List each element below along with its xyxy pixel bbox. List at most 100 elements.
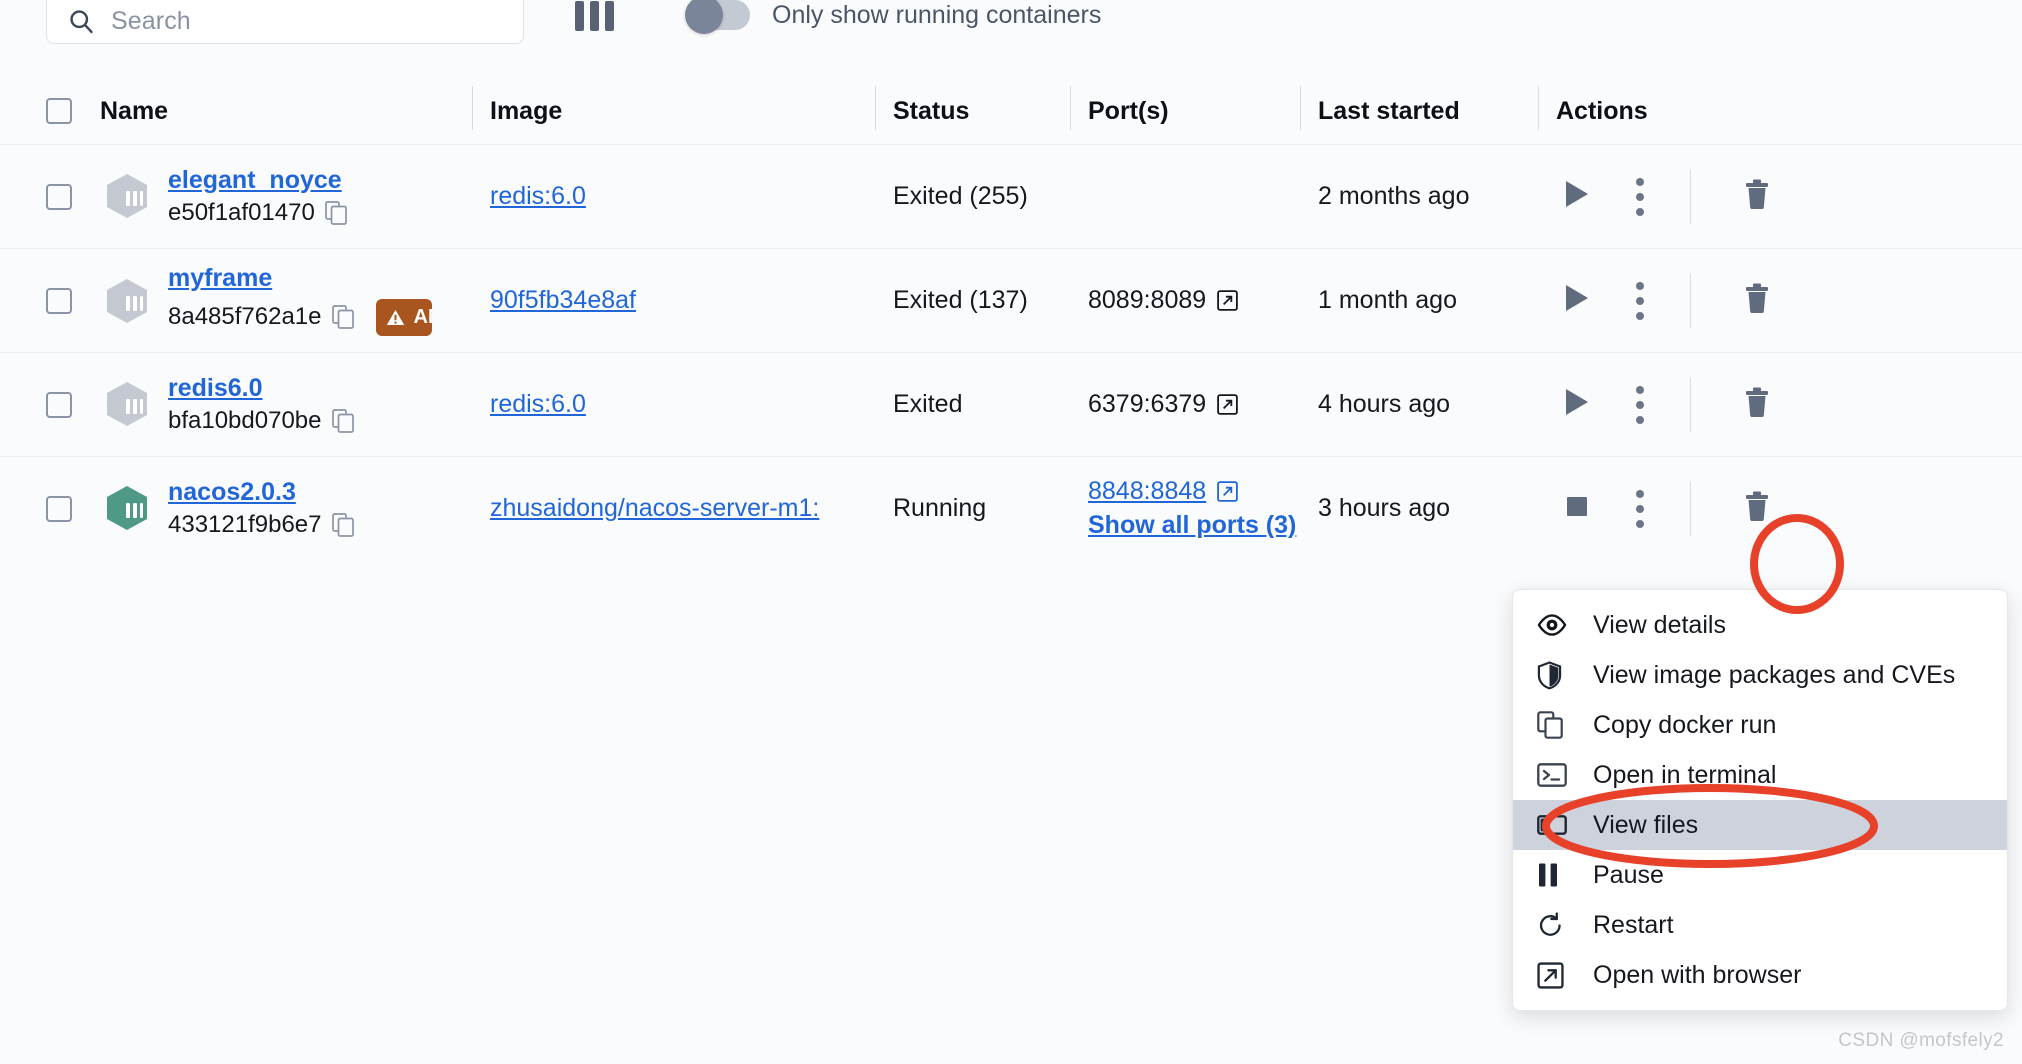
menu-item-label: View files: [1593, 810, 1699, 839]
port-mapping: 6379:6379: [1088, 390, 1207, 418]
container-name-link[interactable]: elegant_noyce: [168, 166, 347, 195]
row-menu-button[interactable]: [1636, 281, 1644, 320]
image-link[interactable]: redis:6.0: [490, 390, 586, 419]
container-whale-icon: [100, 274, 154, 328]
row-checkbox[interactable]: [46, 391, 72, 418]
show-all-ports-link[interactable]: Show all ports (3): [1088, 511, 1296, 540]
header-image-cell: Image: [471, 85, 893, 130]
name-block: redis6.0 bfa10bd070be: [168, 374, 354, 435]
ports-block: 6379:6379: [1088, 390, 1239, 419]
copy-icon[interactable]: [331, 513, 354, 538]
table-row[interactable]: elegant_noyce e50f1af01470 redis:6.0 Exi…: [0, 144, 2022, 248]
table-row[interactable]: nacos2.0.3 433121f9b6e7 zhusaidong/nacos…: [0, 456, 2022, 560]
status-text: Exited: [893, 390, 963, 418]
row-checkbox[interactable]: [46, 495, 72, 522]
running-filter-group: Only show running containers: [685, 0, 1101, 34]
menu-item-view-image-packages-and-cves[interactable]: View image packages and CVEs: [1513, 650, 2007, 700]
port-row: 8848:8848: [1088, 477, 1296, 506]
container-id: 8a485f762a1e: [168, 303, 322, 331]
row-last-started-cell: 4 hours ago: [1318, 390, 1556, 419]
header-image: Image: [471, 85, 563, 130]
ports-block: 8089:8089: [1088, 286, 1239, 315]
containers-table: Name Image Status Port(s) Last started A…: [0, 78, 2022, 560]
menu-item-pause[interactable]: Pause: [1513, 850, 2007, 900]
image-link[interactable]: redis:6.0: [490, 182, 586, 211]
container-id: bfa10bd070be: [168, 407, 322, 435]
container-whale-icon: [100, 481, 154, 535]
port-mapping: 8089:8089: [1088, 286, 1207, 314]
delete-button[interactable]: [1743, 178, 1771, 215]
columns-icon[interactable]: [575, 1, 614, 31]
external-link-icon[interactable]: [1216, 480, 1239, 503]
external-link-icon[interactable]: [1216, 393, 1239, 416]
copy-icon[interactable]: [331, 409, 354, 434]
menu-item-label: Pause: [1593, 860, 1664, 889]
container-name-link[interactable]: nacos2.0.3: [168, 478, 354, 507]
row-menu-button[interactable]: [1636, 177, 1644, 216]
row-checkbox[interactable]: [46, 183, 72, 210]
search-input[interactable]: Search: [46, 0, 524, 44]
start-button[interactable]: [1564, 283, 1590, 318]
select-all-checkbox[interactable]: [46, 98, 72, 124]
architecture-badge: AMD64: [375, 298, 432, 336]
copy-icon: [1537, 711, 1573, 739]
row-name-cell: nacos2.0.3 433121f9b6e7: [100, 478, 490, 539]
header-last-started: Last started: [1300, 85, 1460, 130]
copy-icon[interactable]: [331, 305, 354, 330]
header-name-cell: Name: [100, 97, 490, 126]
row-menu-button[interactable]: [1636, 489, 1644, 528]
architecture-badge-label: AMD64: [413, 305, 432, 328]
containers-page: Search Only show running containers Name…: [0, 0, 2022, 1064]
only-show-running-toggle[interactable]: [685, 0, 750, 34]
status-text: Exited (137): [893, 286, 1028, 314]
pause-icon: [1537, 862, 1573, 888]
row-actions-cell: [1556, 481, 1886, 536]
start-button[interactable]: [1564, 179, 1590, 214]
start-button[interactable]: [1564, 387, 1590, 422]
watermark: CSDN @mofsfely2: [1838, 1030, 2004, 1051]
menu-item-label: Open in terminal: [1593, 760, 1777, 789]
status-text: Running: [893, 494, 987, 522]
row-select-cell: [46, 391, 92, 418]
row-menu-button[interactable]: [1636, 385, 1644, 424]
container-id-line: e50f1af01470: [168, 199, 347, 227]
actions-divider: [1690, 273, 1691, 328]
last-started-text: 3 hours ago: [1318, 494, 1451, 522]
toolbar: Search Only show running containers: [0, 0, 2022, 50]
delete-button[interactable]: [1743, 386, 1771, 423]
row-checkbox[interactable]: [46, 287, 72, 314]
row-name-cell: elegant_noyce e50f1af01470: [100, 166, 490, 227]
container-whale-icon: [100, 169, 154, 223]
table-row[interactable]: myframe 8a485f762a1e A 90f5fb34e8af Exit…: [0, 248, 2022, 352]
table-row[interactable]: redis6.0 bfa10bd070be redis:6.0 Exited 6…: [0, 352, 2022, 456]
image-link[interactable]: zhusaidong/nacos-server-m1:: [490, 494, 819, 523]
menu-item-label: View details: [1593, 610, 1726, 639]
menu-item-view-details[interactable]: View details: [1513, 600, 2007, 650]
external-link-icon[interactable]: [1216, 289, 1239, 312]
image-link[interactable]: 90f5fb34e8af: [490, 286, 636, 315]
restart-icon: [1537, 911, 1573, 939]
delete-button[interactable]: [1743, 282, 1771, 319]
last-started-text: 4 hours ago: [1318, 390, 1451, 418]
row-status-cell: Exited: [893, 390, 1088, 419]
copy-icon[interactable]: [324, 201, 347, 226]
row-image-cell: zhusaidong/nacos-server-m1:: [490, 494, 893, 523]
menu-item-copy-docker-run[interactable]: Copy docker run: [1513, 700, 2007, 750]
container-name-link[interactable]: myframe: [168, 265, 432, 293]
menu-item-view-files[interactable]: View files: [1513, 800, 2007, 850]
toggle-knob: [685, 0, 723, 34]
menu-item-open-with-browser[interactable]: Open with browser: [1513, 950, 2007, 1000]
last-started-text: 2 months ago: [1318, 182, 1470, 210]
port-mapping-link[interactable]: 8848:8848: [1088, 477, 1206, 506]
menu-item-label: Open with browser: [1593, 960, 1802, 989]
menu-item-open-in-terminal[interactable]: Open in terminal: [1513, 750, 2007, 800]
shield-icon: [1537, 660, 1573, 690]
container-name-link[interactable]: redis6.0: [168, 374, 354, 403]
menu-item-restart[interactable]: Restart: [1513, 900, 2007, 950]
row-last-started-cell: 1 month ago: [1318, 286, 1556, 315]
container-id: e50f1af01470: [168, 199, 315, 227]
container-id: 433121f9b6e7: [168, 511, 322, 539]
stop-button[interactable]: [1564, 491, 1590, 526]
delete-button[interactable]: [1743, 490, 1771, 527]
ports-block: 8848:8848 Show all ports (3): [1088, 477, 1296, 540]
